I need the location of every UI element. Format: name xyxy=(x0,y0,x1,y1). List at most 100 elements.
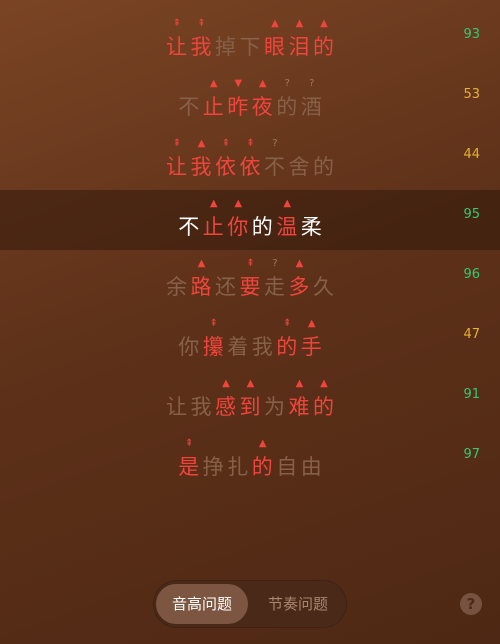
lyric-line: 不 ▲ 止 ▲ 你的 ▲ 温柔 xyxy=(0,198,500,242)
pitch-very-high-icon: ⇞ xyxy=(221,138,230,149)
lyric-row[interactable]: 余 ▲ 路还 ⇞ 要? 走 ▲ 多久 96 xyxy=(0,250,500,310)
pitch-high-icon: ▲ xyxy=(295,18,304,29)
pitch-high-icon: ▲ xyxy=(246,378,255,389)
unclear-pitch-icon: ? xyxy=(309,78,314,89)
pitch-high-icon: ▲ xyxy=(197,138,206,149)
pitch-very-high-icon: ⇞ xyxy=(209,318,218,329)
lyric-char: 柔 xyxy=(300,215,322,239)
lyric-char: 舍 xyxy=(288,155,310,179)
lyric-char: ▲ 多 xyxy=(288,258,310,299)
lyric-char: ? 酒 xyxy=(300,78,322,119)
lyric-line: ⇞ 让 ▲ 我 ⇞ 依 ⇞ 依? 不舍的 xyxy=(0,138,500,182)
lyric-row[interactable]: ⇞ 让 ▲ 我 ⇞ 依 ⇞ 依? 不舍的 44 xyxy=(0,130,500,190)
line-score: 53 xyxy=(463,87,480,102)
lyric-char: ? 不 xyxy=(264,138,285,179)
lyric-char: 掉 xyxy=(215,35,236,59)
lyric-char: ▼ 昨 xyxy=(227,78,249,119)
lyric-row[interactable]: ⇞ 让 ⇞ 我掉下 ▲ 眼 ▲ 泪 ▲ 的 93 xyxy=(0,10,500,70)
pitch-very-high-icon: ⇞ xyxy=(172,138,181,149)
pitch-high-icon: ▲ xyxy=(307,318,316,329)
problem-type-toggle: 音高问题 节奏问题 xyxy=(153,580,347,628)
line-score: 97 xyxy=(463,447,480,462)
line-score: 93 xyxy=(463,27,480,42)
lyric-line: 余 ▲ 路还 ⇞ 要? 走 ▲ 多久 xyxy=(0,258,500,302)
lyric-char: 自 xyxy=(276,455,298,479)
pitch-very-high-icon: ⇞ xyxy=(283,318,291,329)
pitch-high-icon: ▲ xyxy=(283,198,291,209)
lyric-char: 的 xyxy=(313,155,334,179)
pitch-high-icon: ▲ xyxy=(295,258,304,269)
lyric-char: ? 的 xyxy=(276,78,298,119)
lyric-char: ▲ 的 xyxy=(251,438,273,479)
lyric-char: 我 xyxy=(251,335,273,359)
lyric-char: 你 xyxy=(178,335,200,359)
line-score: 96 xyxy=(463,267,480,282)
lyric-line: 让我 ▲ 感 ▲ 到为 ▲ 难 ▲ 的 xyxy=(0,378,500,422)
help-button[interactable]: ? xyxy=(460,593,482,615)
lyric-char: ▲ 泪 xyxy=(288,18,310,59)
tab-rhythm-problems[interactable]: 节奏问题 xyxy=(252,584,344,624)
lyric-char: ⇞ 让 xyxy=(166,18,187,59)
lyric-char: ▲ 的 xyxy=(313,18,334,59)
pitch-very-high-icon: ⇞ xyxy=(172,18,181,29)
lyric-char: 让 xyxy=(166,395,187,419)
lyric-char: 的 xyxy=(251,215,273,239)
lyric-char: 着 xyxy=(227,335,249,359)
lyric-char: ▲ 温 xyxy=(276,198,298,239)
lyric-char: 还 xyxy=(215,275,236,299)
pitch-high-icon: ▲ xyxy=(271,18,279,29)
unclear-pitch-icon: ? xyxy=(284,78,290,89)
lyric-line: 你 ⇞ 攥着我 ⇞ 的 ▲ 手 xyxy=(0,318,500,362)
pitch-high-icon: ▲ xyxy=(320,18,328,29)
lyric-row[interactable]: ⇞ 是挣扎 ▲ 的自由 97 xyxy=(0,430,500,490)
lyric-char: ▲ 路 xyxy=(190,258,212,299)
lyric-line: ⇞ 是挣扎 ▲ 的自由 xyxy=(0,438,500,482)
lyric-line: ⇞ 让 ⇞ 我掉下 ▲ 眼 ▲ 泪 ▲ 的 xyxy=(0,18,500,62)
lyric-row[interactable]: 让我 ▲ 感 ▲ 到为 ▲ 难 ▲ 的 91 xyxy=(0,370,500,430)
lyric-row[interactable]: 不 ▲ 止 ▼ 昨 ▲ 夜? 的? 酒 53 xyxy=(0,70,500,130)
lyric-char: 不 xyxy=(178,215,200,239)
pitch-low-icon: ▼ xyxy=(234,78,242,89)
lyric-char: 下 xyxy=(239,35,261,59)
lyric-char: ⇞ 是 xyxy=(178,438,200,479)
pitch-high-icon: ▲ xyxy=(209,198,218,209)
lyric-row[interactable]: 你 ⇞ 攥着我 ⇞ 的 ▲ 手 47 xyxy=(0,310,500,370)
lyric-char: ⇞ 要 xyxy=(239,258,261,299)
unclear-pitch-icon: ? xyxy=(272,258,277,269)
lyric-char: ▲ 的 xyxy=(313,378,334,419)
lyric-char: 久 xyxy=(313,275,334,299)
lyric-char: ▲ 眼 xyxy=(264,18,285,59)
unclear-pitch-icon: ? xyxy=(272,138,277,149)
pitch-high-icon: ▲ xyxy=(258,438,267,449)
lyric-char: ⇞ 的 xyxy=(276,318,298,359)
pitch-very-high-icon: ⇞ xyxy=(246,258,254,269)
pitch-high-icon: ▲ xyxy=(320,378,328,389)
line-score: 44 xyxy=(463,147,480,162)
lyric-char: 扎 xyxy=(227,455,249,479)
lyric-char: ▲ 止 xyxy=(202,198,224,239)
lyric-char: 我 xyxy=(190,395,212,419)
lyric-row-current[interactable]: 不 ▲ 止 ▲ 你的 ▲ 温柔 95 xyxy=(0,190,500,250)
lyric-char: ▲ 夜 xyxy=(251,78,273,119)
pitch-high-icon: ▲ xyxy=(258,78,267,89)
lyric-char: 余 xyxy=(166,275,187,299)
lyric-char: 由 xyxy=(300,455,322,479)
lyric-char: ⇞ 依 xyxy=(239,138,261,179)
pitch-high-icon: ▲ xyxy=(295,378,304,389)
pitch-very-high-icon: ⇞ xyxy=(185,438,193,449)
line-score: 95 xyxy=(463,207,480,222)
lyric-char: ▲ 到 xyxy=(239,378,261,419)
lyric-char: ▲ 感 xyxy=(215,378,236,419)
lyric-char: ▲ 你 xyxy=(227,198,249,239)
line-score: 47 xyxy=(463,327,480,342)
lyric-char: 不 xyxy=(178,95,200,119)
lyric-char: ▲ 我 xyxy=(190,138,212,179)
lyric-char: ? 走 xyxy=(264,258,285,299)
question-mark-icon: ? xyxy=(466,595,476,613)
lyric-char: 为 xyxy=(264,395,285,419)
lyric-char: ▲ 难 xyxy=(288,378,310,419)
lyric-char: ⇞ 攥 xyxy=(202,318,224,359)
tab-pitch-problems[interactable]: 音高问题 xyxy=(156,584,248,624)
lyric-char: ▲ 止 xyxy=(202,78,224,119)
pitch-very-high-icon: ⇞ xyxy=(197,18,205,29)
